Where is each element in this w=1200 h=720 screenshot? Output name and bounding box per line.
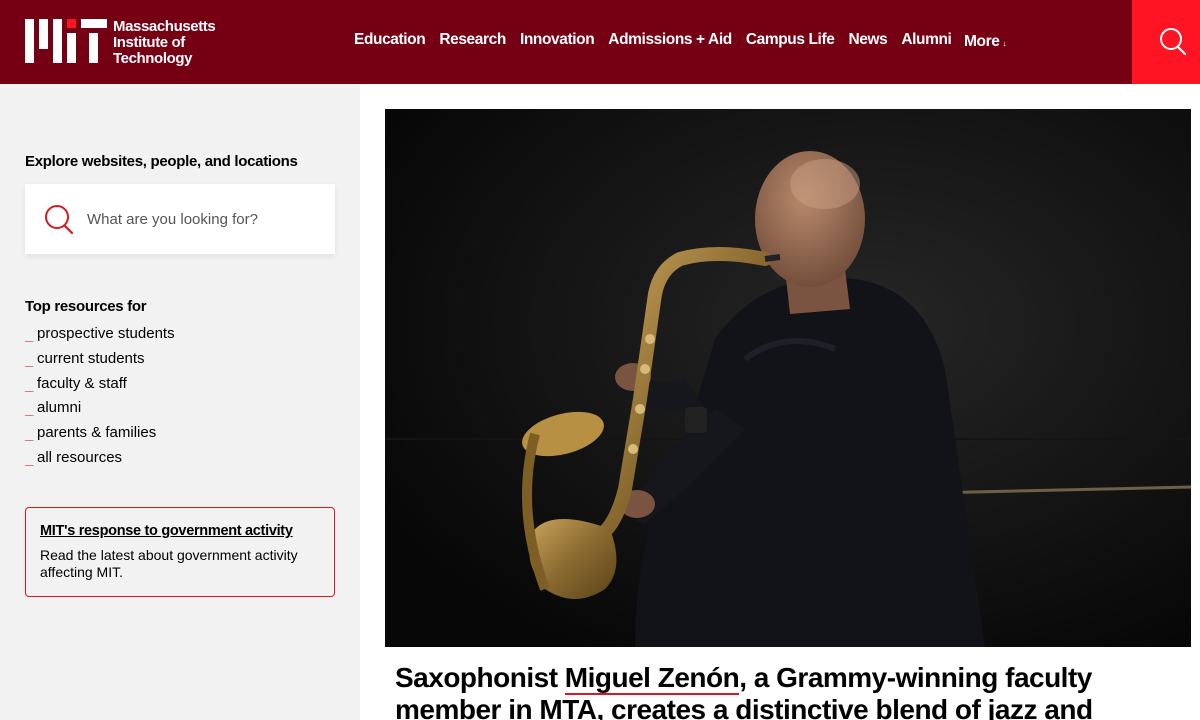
government-notice-body: Read the latest about government activit… bbox=[40, 547, 298, 580]
saxophonist-photo bbox=[385, 109, 1191, 647]
mit-logo-mark bbox=[25, 19, 107, 63]
nav-news[interactable]: News bbox=[848, 31, 887, 49]
nav-education[interactable]: Education bbox=[354, 31, 426, 49]
resource-label: current students bbox=[37, 349, 145, 367]
hero-photo-saxophonist[interactable] bbox=[385, 109, 1191, 647]
nav-admissions-aid[interactable]: Admissions + Aid bbox=[608, 31, 732, 49]
logo-wordmark: Massachusetts Institute of Technology bbox=[113, 18, 216, 67]
resource-label: prospective students bbox=[37, 325, 175, 342]
resource-label: alumni bbox=[37, 399, 82, 417]
dash-icon: _ bbox=[25, 426, 34, 444]
top-resources-title: Top resources for bbox=[25, 298, 147, 315]
explore-title: Explore websites, people, and locations bbox=[25, 153, 298, 170]
dash-icon: _ bbox=[25, 401, 34, 419]
mit-logo[interactable]: Massachusetts Institute of Technology bbox=[25, 18, 216, 67]
headline-name-link[interactable]: Miguel Zenón bbox=[564, 662, 740, 695]
chevron-down-icon: ↓ bbox=[1002, 39, 1007, 48]
nav-alumni[interactable]: Alumni bbox=[901, 31, 952, 49]
site-header: Massachusetts Institute of Technology Ed… bbox=[0, 0, 1200, 84]
main-nav: Education Research Innovation Admissions… bbox=[354, 31, 965, 49]
nav-more-label: More bbox=[964, 33, 1000, 50]
resource-label: all resources bbox=[37, 448, 123, 466]
government-notice-link[interactable]: MIT's response to government activity bbox=[40, 523, 293, 539]
government-notice-card: MIT's response to government activity Re… bbox=[25, 507, 335, 597]
resource-link-parents-families[interactable]: _ parents & families bbox=[25, 424, 175, 449]
nav-research[interactable]: Research bbox=[439, 31, 506, 49]
search-icon bbox=[1160, 28, 1187, 56]
dash-icon: _ bbox=[25, 351, 34, 369]
resources-list: _ prospective students _ current students … bbox=[25, 325, 175, 474]
sidebar: Explore websites, people, and locations … bbox=[0, 84, 360, 720]
logo-line-1: Massachusetts bbox=[113, 18, 216, 35]
nav-campus-life[interactable]: Campus Life bbox=[746, 31, 835, 49]
nav-innovation[interactable]: Innovation bbox=[520, 31, 595, 49]
nav-more-button[interactable]: More ↓ bbox=[964, 33, 1006, 51]
dash-icon: _ bbox=[25, 450, 34, 468]
resource-link-current-students[interactable]: _ current students bbox=[25, 350, 175, 375]
dash-icon: _ bbox=[25, 376, 34, 394]
resource-link-all-resources[interactable]: _ all resources bbox=[25, 449, 175, 474]
logo-line-2: Institute of bbox=[113, 34, 185, 51]
dash-icon: _ bbox=[25, 327, 34, 344]
logo-line-3: Technology bbox=[113, 50, 193, 67]
resource-link-faculty-staff[interactable]: _ faculty & staff bbox=[25, 375, 175, 400]
search-icon bbox=[45, 205, 74, 235]
resource-label: faculty & staff bbox=[37, 374, 127, 392]
resource-link-prospective-students[interactable]: _ prospective students bbox=[25, 325, 175, 350]
resource-link-alumni[interactable]: _ alumni bbox=[25, 399, 175, 424]
sidebar-search-box[interactable] bbox=[25, 184, 335, 254]
feature-headline: Saxophonist Miguel Zenón, a Grammy-winni… bbox=[395, 662, 1185, 720]
resource-label: parents & families bbox=[37, 424, 157, 442]
headline-text-start: Saxophonist bbox=[395, 662, 565, 693]
search-input[interactable] bbox=[87, 206, 317, 232]
header-search-button[interactable] bbox=[1132, 0, 1200, 84]
